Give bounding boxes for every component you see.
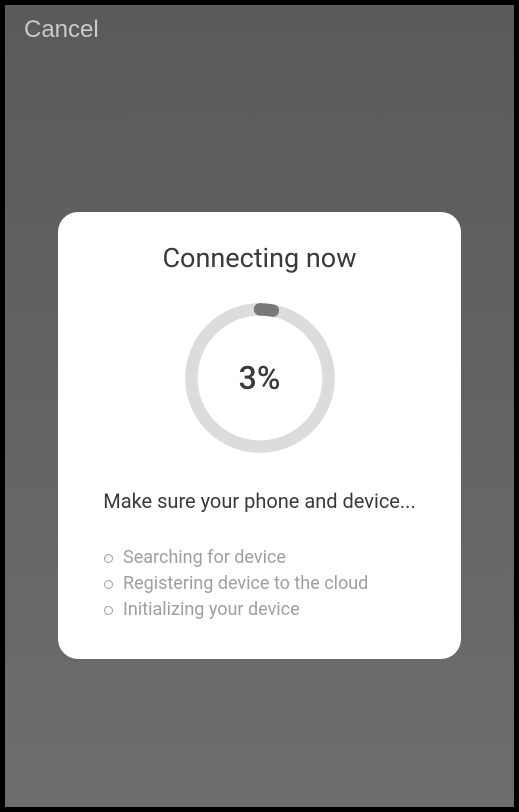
cancel-button[interactable]: Cancel xyxy=(24,16,99,44)
steps-list: Searching for device Registering device … xyxy=(84,545,435,623)
connecting-modal: Connecting now 3% Make sure your phone a… xyxy=(58,212,461,659)
list-item: Searching for device xyxy=(104,545,435,571)
step-label: Searching for device xyxy=(123,545,286,571)
bullet-icon xyxy=(104,606,113,615)
bullet-icon xyxy=(104,580,113,589)
step-label: Initializing your device xyxy=(123,597,300,623)
list-item: Initializing your device xyxy=(104,597,435,623)
progress-ring: 3% xyxy=(182,300,338,456)
bullet-icon xyxy=(104,554,113,563)
list-item: Registering device to the cloud xyxy=(104,571,435,597)
instruction-text: Make sure your phone and device... xyxy=(84,488,435,515)
step-label: Registering device to the cloud xyxy=(123,571,368,597)
progress-ring-container: 3% xyxy=(84,300,435,456)
modal-title: Connecting now xyxy=(84,242,435,274)
header-bar: Cancel xyxy=(0,0,519,60)
progress-percent-label: 3% xyxy=(239,359,281,397)
